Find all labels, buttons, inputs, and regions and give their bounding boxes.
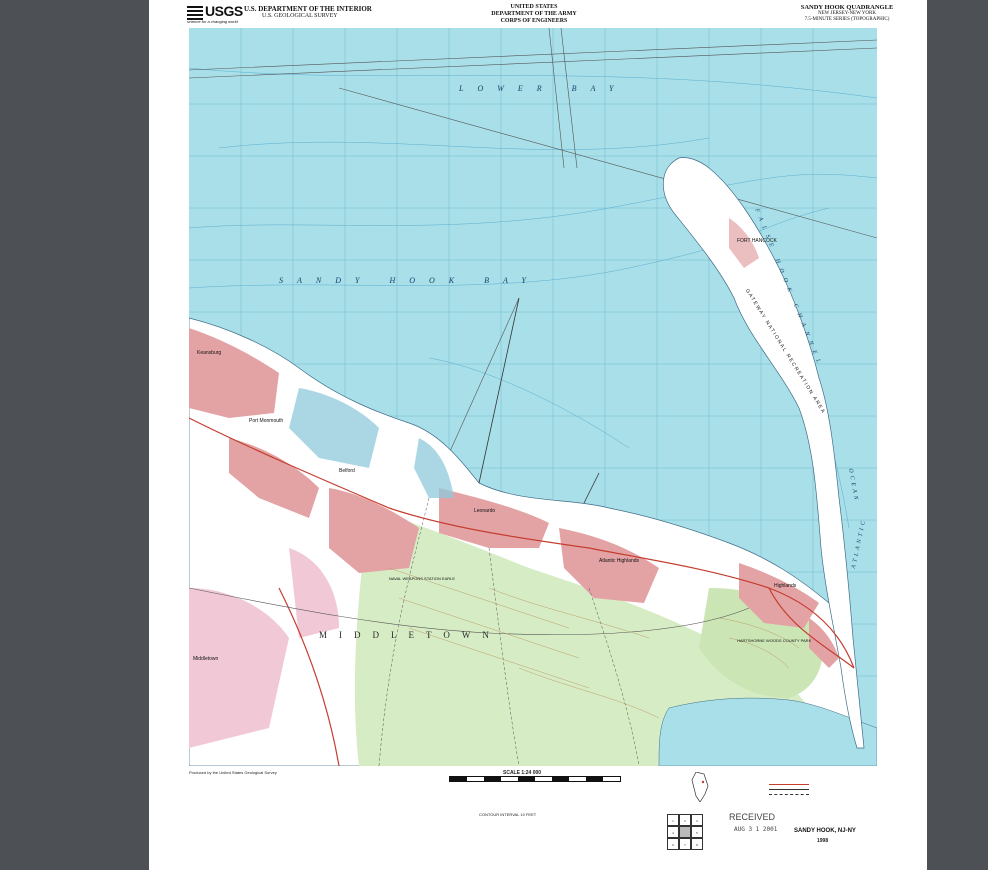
- adjoining-quads-grid: 123 45 678: [667, 814, 703, 850]
- place-hartshorne: HARTSHORNE WOODS COUNTY PARK: [737, 638, 812, 643]
- township-middletown: MIDDLETOWN: [319, 630, 501, 640]
- received-date: AUG 3 1 2001: [734, 826, 778, 833]
- place-keansburg: Keansburg: [197, 350, 222, 356]
- sheet-name: SANDY HOOK, NJ-NY: [794, 828, 856, 834]
- label-lower-bay: LOWER BAY: [459, 84, 628, 93]
- map-frame[interactable]: LOWER BAY SANDY HOOK BAY FALSE HOOK CHAN…: [189, 28, 877, 766]
- dept-subtitle: U.S. GEOLOGICAL SURVEY: [262, 13, 338, 19]
- produced-by: Produced by the United States Geological…: [189, 770, 277, 775]
- army-title: UNITED STATES DEPARTMENT OF THE ARMY COR…: [491, 4, 577, 24]
- place-fort-hancock: FORT HANCOCK: [737, 238, 777, 244]
- place-atlantic-highlands: Atlantic Highlands: [599, 558, 640, 564]
- topographic-map[interactable]: [189, 28, 877, 766]
- contour-interval: CONTOUR INTERVAL 10 FEET: [479, 812, 537, 817]
- received-stamp: RECEIVED: [729, 812, 776, 822]
- dept-title: U.S. DEPARTMENT OF THE INTERIOR: [244, 5, 372, 13]
- legend-light-road: [769, 794, 809, 795]
- quad-subtitle: NEW JERSEY-NEW YORK 7.5-MINUTE SERIES (T…: [804, 11, 890, 22]
- logo-tagline: science for a changing world: [187, 19, 238, 24]
- logo-text: USGS: [205, 3, 243, 19]
- legend-secondary-road: [769, 789, 809, 790]
- scale-bar: [449, 776, 621, 782]
- place-port-monmouth: Port Monmouth: [249, 418, 284, 424]
- label-sandy-hook-bay: SANDY HOOK BAY: [279, 276, 540, 285]
- place-leonardo: Leonardo: [474, 508, 496, 514]
- place-highlands: Highlands: [774, 583, 797, 589]
- place-belford: Belford: [339, 468, 355, 474]
- place-middletown: Middletown: [193, 656, 219, 662]
- state-outline-icon: [691, 772, 709, 802]
- legend-primary-road: [769, 784, 809, 785]
- map-sheet: USGS science for a changing world U.S. D…: [149, 0, 927, 870]
- road-legend: [769, 778, 889, 799]
- place-naval-weapons: NAVAL WEAPONS STATION EARLE: [389, 576, 456, 581]
- sheet-year: 1998: [817, 838, 829, 844]
